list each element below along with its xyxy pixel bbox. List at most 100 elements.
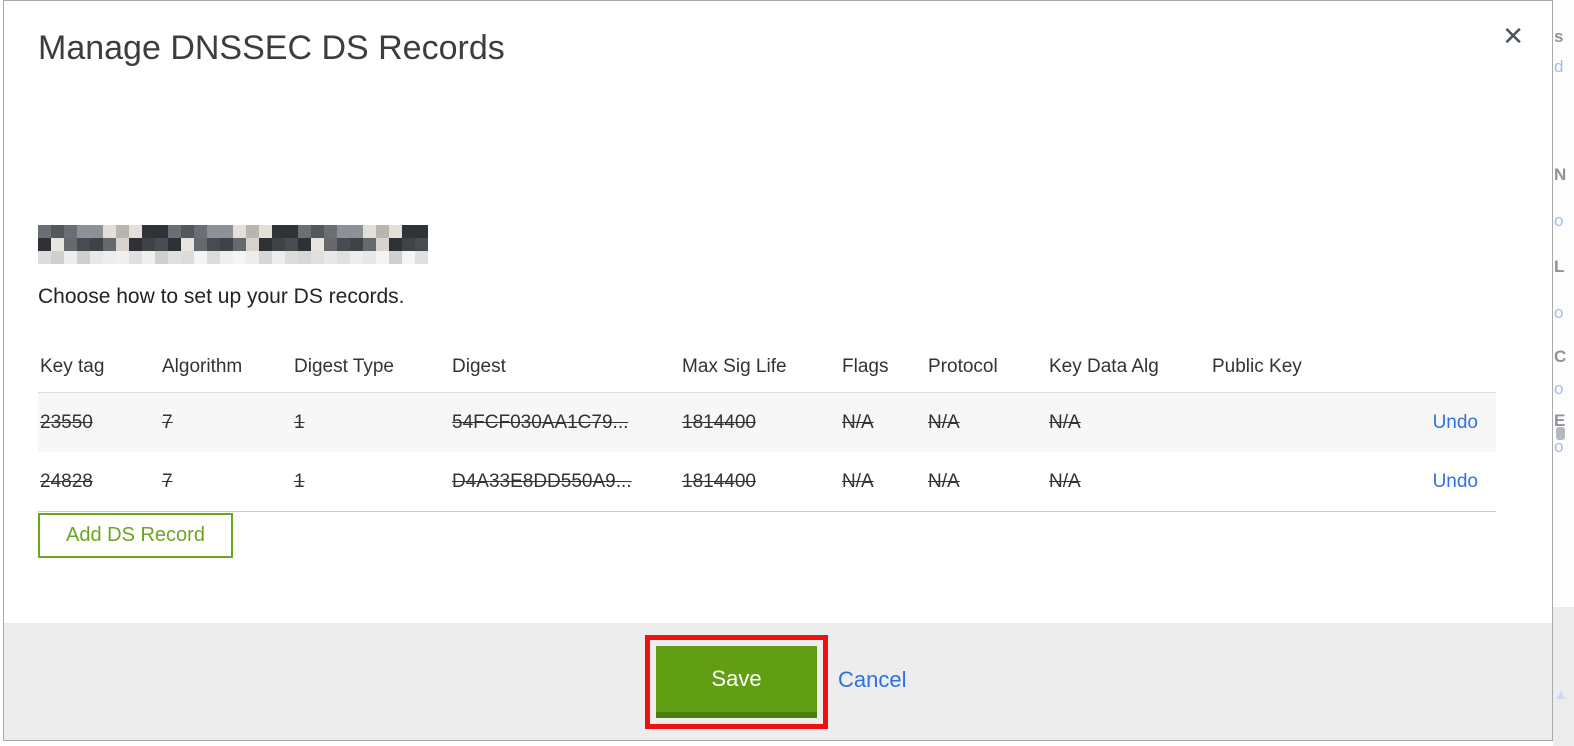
column-header: Algorithm — [160, 331, 292, 393]
mosaic-pixel — [220, 251, 233, 264]
mosaic-pixel — [376, 251, 389, 264]
mosaic-pixel — [324, 251, 337, 264]
mosaic-pixel — [181, 238, 194, 251]
mosaic-pixel — [363, 251, 376, 264]
page-title: Manage DNSSEC DS Records — [38, 29, 505, 67]
mosaic-pixel — [155, 251, 168, 264]
mosaic-pixel — [363, 225, 376, 238]
column-header: Public Key — [1210, 331, 1355, 393]
column-header: Protocol — [926, 331, 1047, 393]
mosaic-pixel — [142, 251, 155, 264]
undo-link[interactable]: Undo — [1433, 471, 1478, 492]
cell-protocol: N/A — [928, 470, 960, 492]
close-icon[interactable]: ✕ — [1502, 23, 1524, 49]
mosaic-pixel — [207, 251, 220, 264]
background-text-fragment: o — [1554, 437, 1564, 456]
column-header: Key tag — [38, 331, 160, 393]
cell-digest-type: 1 — [294, 470, 305, 492]
mosaic-pixel — [168, 225, 181, 238]
mosaic-pixel — [64, 238, 77, 251]
mosaic-pixel — [38, 225, 51, 238]
cell-key-tag: 23550 — [40, 411, 93, 433]
cell-algorithm: 7 — [162, 470, 173, 492]
mosaic-pixel — [389, 238, 402, 251]
ds-records-table: Key tag Algorithm Digest Type Digest Max Sig… — [38, 331, 1496, 512]
mosaic-pixel — [220, 238, 233, 251]
mosaic-pixel — [402, 238, 415, 251]
undo-link[interactable]: Undo — [1433, 412, 1478, 433]
mosaic-pixel — [116, 251, 129, 264]
column-header — [1355, 331, 1496, 393]
mosaic-pixel — [90, 225, 103, 238]
mosaic-pixel — [311, 251, 324, 264]
mosaic-pixel — [259, 238, 272, 251]
annotation-highlight-box: Save — [645, 635, 828, 729]
cell-max-sig-life: 1814400 — [682, 470, 756, 492]
mosaic-pixel — [246, 225, 259, 238]
mosaic-pixel — [402, 251, 415, 264]
mosaic-pixel — [337, 251, 350, 264]
cell-flags: N/A — [842, 411, 874, 433]
cell-flags: N/A — [842, 470, 874, 492]
mosaic-pixel — [129, 251, 142, 264]
background-text-fragment: o — [1554, 303, 1564, 322]
mosaic-pixel — [272, 238, 285, 251]
cell-protocol: N/A — [928, 411, 960, 433]
background-text-fragment: ▲ — [1554, 686, 1568, 702]
mosaic-pixel — [129, 238, 142, 251]
intro-text: Choose how to set up your DS records. — [38, 285, 405, 308]
mosaic-pixel — [181, 225, 194, 238]
mosaic-pixel — [324, 238, 337, 251]
cell-max-sig-life: 1814400 — [682, 411, 756, 433]
mosaic-pixel — [103, 225, 116, 238]
background-text-fragment: C — [1554, 347, 1567, 366]
cell-key-data-alg: N/A — [1049, 470, 1081, 492]
mosaic-pixel — [324, 225, 337, 238]
mosaic-pixel — [285, 251, 298, 264]
mosaic-pixel — [246, 251, 259, 264]
mosaic-pixel — [415, 238, 428, 251]
cell-algorithm: 7 — [162, 411, 173, 433]
mosaic-pixel — [246, 238, 259, 251]
mosaic-pixel — [376, 225, 389, 238]
ds-table-header-row: Key tag Algorithm Digest Type Digest Max Sig… — [38, 331, 1496, 393]
mosaic-pixel — [64, 251, 77, 264]
mosaic-pixel — [233, 251, 246, 264]
mosaic-pixel — [194, 251, 207, 264]
cancel-link[interactable]: Cancel — [838, 667, 906, 693]
mosaic-pixel — [285, 238, 298, 251]
mosaic-pixel — [337, 225, 350, 238]
mosaic-pixel — [90, 251, 103, 264]
background-text-fragment: L — [1554, 257, 1565, 276]
mosaic-pixel — [363, 238, 376, 251]
mosaic-pixel — [155, 238, 168, 251]
mosaic-pixel — [285, 225, 298, 238]
cell-digest: 54FCF030AA1C79... — [452, 411, 629, 433]
mosaic-pixel — [220, 225, 233, 238]
mosaic-pixel — [337, 238, 350, 251]
save-button[interactable]: Save — [656, 646, 817, 718]
mosaic-pixel — [311, 238, 324, 251]
mosaic-pixel — [77, 251, 90, 264]
redacted-domain-name — [38, 225, 428, 264]
mosaic-pixel — [402, 225, 415, 238]
mosaic-pixel — [116, 238, 129, 251]
mosaic-pixel — [272, 225, 285, 238]
background-text-fragment: o — [1554, 211, 1564, 230]
mosaic-pixel — [38, 251, 51, 264]
screen: s d No Lo Co Eo ▲ Manage DNSSEC DS Records ✕ C… — [0, 0, 1574, 746]
column-header: Flags — [840, 331, 926, 393]
mosaic-pixel — [194, 238, 207, 251]
mosaic-pixel — [168, 251, 181, 264]
mosaic-pixel — [103, 238, 116, 251]
mosaic-pixel — [207, 238, 220, 251]
mosaic-pixel — [142, 238, 155, 251]
mosaic-pixel — [103, 251, 116, 264]
mosaic-pixel — [77, 238, 90, 251]
cell-key-data-alg: N/A — [1049, 411, 1081, 433]
mosaic-pixel — [233, 225, 246, 238]
mosaic-pixel — [51, 225, 64, 238]
mosaic-pixel — [207, 225, 220, 238]
add-ds-record-button[interactable]: Add DS Record — [38, 513, 233, 558]
ds-table-body: 23550 7 1 54FCF030AA1C79... 1814400 N/A N/A N/A… — [38, 392, 1496, 512]
